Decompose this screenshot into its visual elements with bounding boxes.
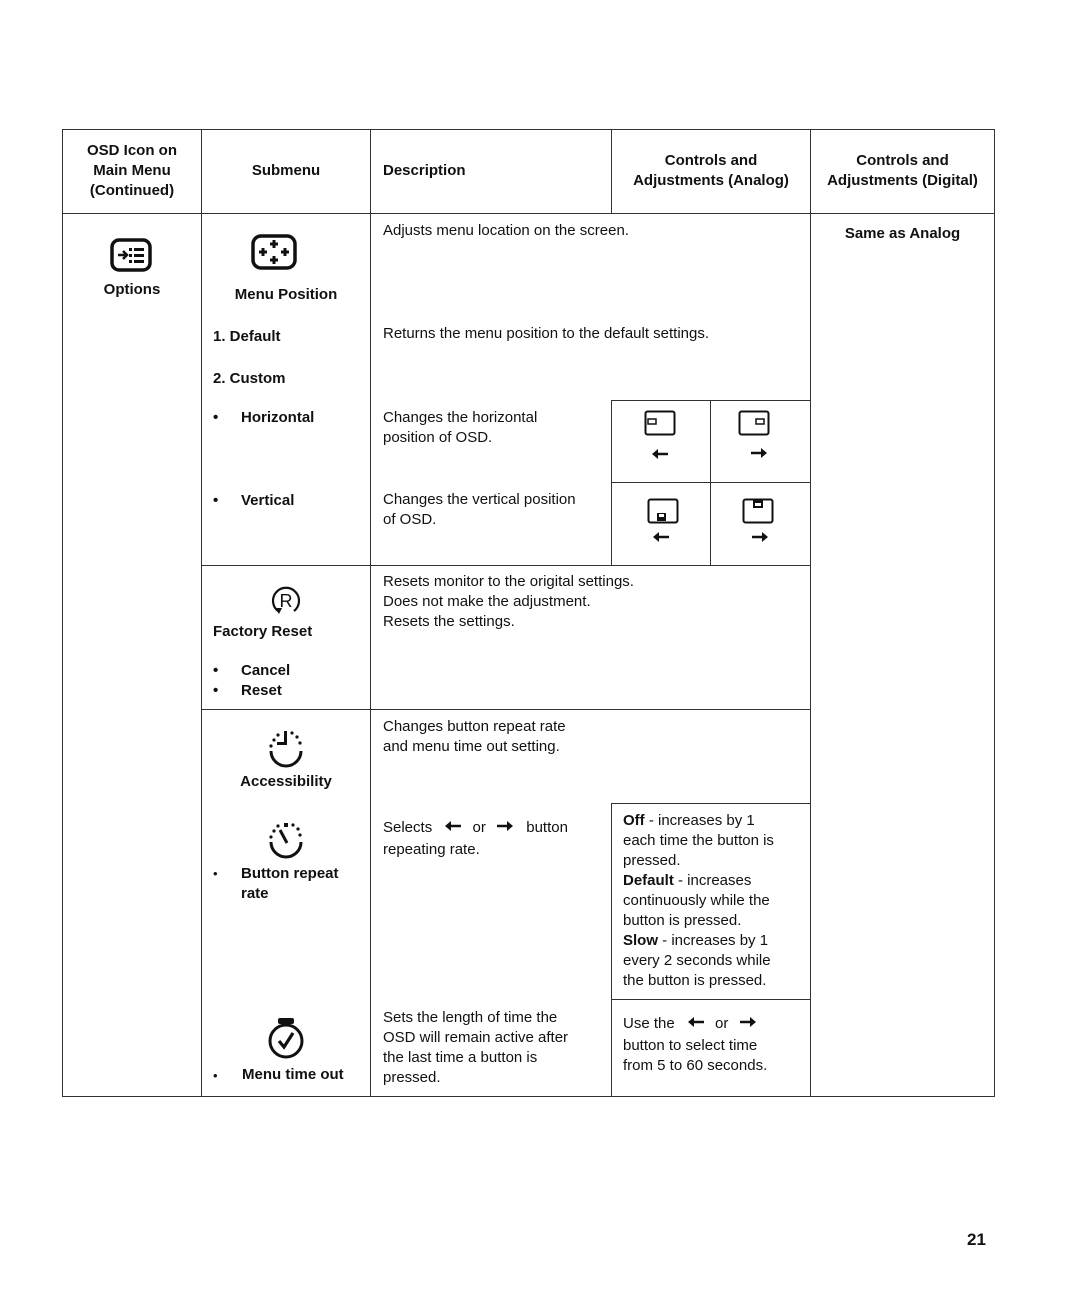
accessibility-description: Changes button repeat rate and menu time… <box>383 718 566 755</box>
bullet: • <box>213 682 219 699</box>
submenu-menu-position: Menu Position <box>234 286 338 303</box>
submenu-accessibility: Accessibility <box>240 773 332 790</box>
col-divider <box>710 400 711 565</box>
submenu-button-repeat-rate: Button repeat rate <box>241 865 339 902</box>
arrow-left-icon <box>687 1014 705 1034</box>
bullet: • <box>213 492 219 509</box>
row-divider <box>611 803 811 804</box>
option-cancel: Cancel <box>241 662 291 679</box>
row-divider <box>201 709 811 710</box>
submenu-menu-time-out: Menu time out <box>242 1066 344 1083</box>
factory-reset-icon: R <box>269 584 303 618</box>
bullet: • <box>213 1068 218 1083</box>
row-divider <box>611 999 811 1000</box>
arrow-right-icon <box>739 1014 757 1034</box>
osd-left-position-icon <box>644 410 676 436</box>
osd-right-position-icon <box>738 410 770 436</box>
table-border-left <box>62 129 63 1097</box>
arrow-right-icon <box>750 447 768 459</box>
factory-reset-description: Resets monitor to the origital settings.… <box>383 573 634 630</box>
submenu-factory-reset: Factory Reset <box>213 623 313 640</box>
col-divider <box>611 400 612 565</box>
col-divider <box>201 129 202 1097</box>
col-divider <box>810 129 811 1097</box>
main-menu-options-label: Options <box>103 281 161 298</box>
button-repeat-options: Off - increases by 1 each time the butto… <box>623 812 774 989</box>
menu-timeout-analog: Use the or button to select time from 5 … <box>623 1014 768 1075</box>
arrow-right-icon <box>496 818 514 838</box>
arrow-left-icon <box>651 448 669 460</box>
osd-bottom-position-icon <box>647 498 679 524</box>
header-description: Description <box>383 162 466 179</box>
accessibility-icon <box>266 729 306 769</box>
options-icon <box>110 237 152 273</box>
submenu-vertical: Vertical <box>241 492 295 509</box>
horizontal-description: Changes the horizontal position of OSD. <box>383 409 538 446</box>
option-reset: Reset <box>241 682 282 699</box>
col-divider <box>611 803 612 1097</box>
arrow-left-icon <box>444 818 462 838</box>
bullet: • <box>213 866 218 881</box>
arrow-right-icon <box>751 531 769 543</box>
default-description: Returns the menu position to the default… <box>383 325 710 342</box>
col-divider <box>370 129 371 1097</box>
submenu-horizontal: Horizontal <box>241 409 315 426</box>
row-divider <box>201 565 811 566</box>
button-repeat-description: Selects or button repeating rate. <box>383 818 568 859</box>
digital-same-as-analog: Same as Analog <box>844 225 961 242</box>
menu-timeout-icon <box>267 1017 305 1061</box>
submenu-custom: 2. Custom <box>213 370 286 387</box>
option-off: Off - increases by 1 <box>623 812 755 829</box>
osd-top-position-icon <box>742 498 774 524</box>
header-osd-icon: OSD Icon on Main Menu (Continued) <box>87 142 177 199</box>
menu-position-icon <box>251 234 297 270</box>
bullet: • <box>213 662 219 679</box>
header-analog: Controls and Adjustments (Analog) <box>633 152 789 189</box>
menu-position-description: Adjusts menu location on the screen. <box>383 222 629 239</box>
row-divider <box>611 400 811 401</box>
page-number: 21 <box>967 1230 986 1249</box>
row-divider <box>611 482 811 483</box>
button-repeat-icon <box>266 820 306 860</box>
bullet: • <box>213 409 219 426</box>
submenu-default: 1. Default <box>213 328 281 345</box>
arrow-left-icon <box>652 531 670 543</box>
header-submenu: Submenu <box>251 162 321 179</box>
vertical-description: Changes the vertical position of OSD. <box>383 491 576 528</box>
menu-timeout-description: Sets the length of time the OSD will rem… <box>383 1009 569 1086</box>
table-border-right <box>994 129 995 1097</box>
option-default: Default - increases <box>623 872 752 889</box>
option-slow: Slow - increases by 1 <box>623 932 769 949</box>
header-digital: Controls and Adjustments (Digital) <box>827 152 978 189</box>
svg-text:R: R <box>280 591 293 611</box>
